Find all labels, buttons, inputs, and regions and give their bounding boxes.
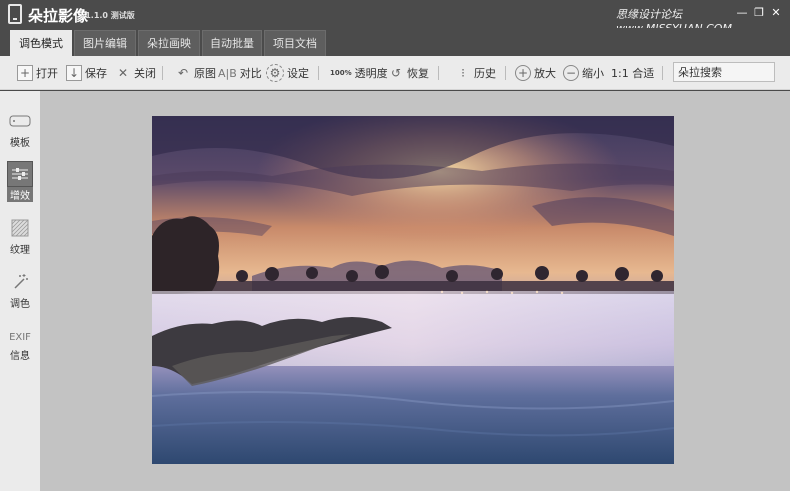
plus-icon: + — [17, 65, 33, 81]
divider — [505, 66, 506, 80]
tab-auto-batch[interactable]: 自动批量 — [202, 30, 262, 56]
tab-dora-slideshow[interactable]: 朵拉画映 — [138, 30, 200, 56]
save-button[interactable]: ↓ 保存 — [66, 63, 107, 83]
settings-button[interactable]: ⚙ 设定 — [266, 63, 309, 83]
title-bar: 朵拉影像 v1.1.0 测试版 思缘设计论坛 www.MISSYUAN.COM … — [0, 0, 790, 35]
minimize-button[interactable]: — — [735, 6, 749, 20]
compare-button[interactable]: A|B 对比 — [218, 63, 262, 83]
zoom-out-button[interactable]: − 缩小 — [563, 63, 604, 83]
close-window-button[interactable]: ✕ — [769, 6, 783, 20]
search-input[interactable] — [673, 62, 775, 82]
restore-label: 恢复 — [407, 67, 429, 80]
magic-wand-icon — [7, 269, 33, 295]
compare-label: 对比 — [239, 67, 262, 80]
opacity-button[interactable]: 100% 透明度 — [330, 63, 388, 83]
tag-icon — [7, 108, 33, 134]
opacity-label: 透明度 — [354, 67, 388, 80]
redo-arrow-icon: ↺ — [390, 66, 402, 80]
history-icon: ⁝ — [461, 66, 465, 80]
sidebar-item-enhance[interactable]: 增效 — [0, 161, 40, 202]
zoom-out-icon: − — [563, 65, 579, 81]
close-button[interactable]: ✕ 关闭 — [115, 63, 156, 83]
sidebar-item-label: 增效 — [7, 187, 33, 202]
tab-color-mode[interactable]: 调色模式 — [10, 30, 72, 56]
app-title: 朵拉影像 — [28, 7, 89, 25]
sidebar-item-label: 模板 — [10, 138, 30, 149]
exif-icon: EXIF — [9, 331, 31, 343]
texture-icon — [7, 215, 33, 241]
sidebar-item-color[interactable]: 调色 — [0, 269, 40, 310]
opacity-icon: 100% — [330, 69, 352, 77]
sliders-icon — [7, 161, 33, 187]
sidebar-item-label: 纹理 — [10, 245, 30, 256]
divider — [318, 66, 319, 80]
download-arrow-icon: ↓ — [66, 65, 82, 81]
mode-tabs: 调色模式 图片编辑 朵拉画映 自动批量 项目文档 — [0, 28, 790, 56]
zoom-in-label: 放大 — [534, 67, 556, 80]
fit-label: 1:1 合适 — [611, 67, 655, 80]
sidebar-item-info[interactable]: EXIF 信息 — [0, 327, 40, 363]
divider — [662, 66, 663, 80]
open-button[interactable]: + 打开 — [17, 63, 58, 83]
history-button[interactable]: ⁝ 历史 — [455, 63, 496, 83]
toolbar: + 打开 ↓ 保存 ✕ 关闭 ↶ 原图 A|B 对比 ⚙ 设定 100% 透明度… — [0, 56, 790, 90]
undo-arrow-icon: ↶ — [177, 66, 189, 80]
tab-image-edit[interactable]: 图片编辑 — [74, 30, 136, 56]
zoom-out-label: 缩小 — [582, 67, 604, 80]
original-button[interactable]: ↶ 原图 — [175, 63, 216, 83]
tab-project-docs[interactable]: 项目文档 — [264, 30, 326, 56]
original-label: 原图 — [194, 67, 216, 80]
ab-compare-icon: A|B — [218, 66, 237, 80]
sidebar-item-texture[interactable]: 纹理 — [0, 215, 40, 256]
settings-label: 设定 — [287, 67, 309, 80]
close-label: 关闭 — [134, 67, 156, 80]
landscape-photo[interactable] — [152, 116, 674, 464]
zoom-in-icon: + — [515, 65, 531, 81]
sidebar-item-label: 信息 — [10, 351, 30, 362]
sidebar-item-label: 调色 — [10, 299, 30, 310]
zoom-in-button[interactable]: + 放大 — [515, 63, 556, 83]
restore-button[interactable]: ↺ 恢复 — [388, 63, 429, 83]
fit-button[interactable]: 1:1 合适 — [611, 63, 654, 83]
divider — [162, 66, 163, 80]
sidebar-item-template[interactable]: 模板 — [0, 108, 40, 149]
left-sidebar: 模板 增效 纹理 调色 EXIF 信息 — [0, 91, 40, 491]
history-label: 历史 — [474, 67, 496, 80]
save-label: 保存 — [85, 67, 107, 80]
app-logo-icon — [8, 4, 22, 24]
open-label: 打开 — [36, 67, 58, 80]
close-x-icon: ✕ — [117, 66, 129, 80]
app-version: v1.1.0 测试版 — [80, 11, 135, 20]
divider — [438, 66, 439, 80]
gear-icon: ⚙ — [266, 64, 284, 82]
restore-button[interactable]: ❐ — [752, 6, 766, 20]
